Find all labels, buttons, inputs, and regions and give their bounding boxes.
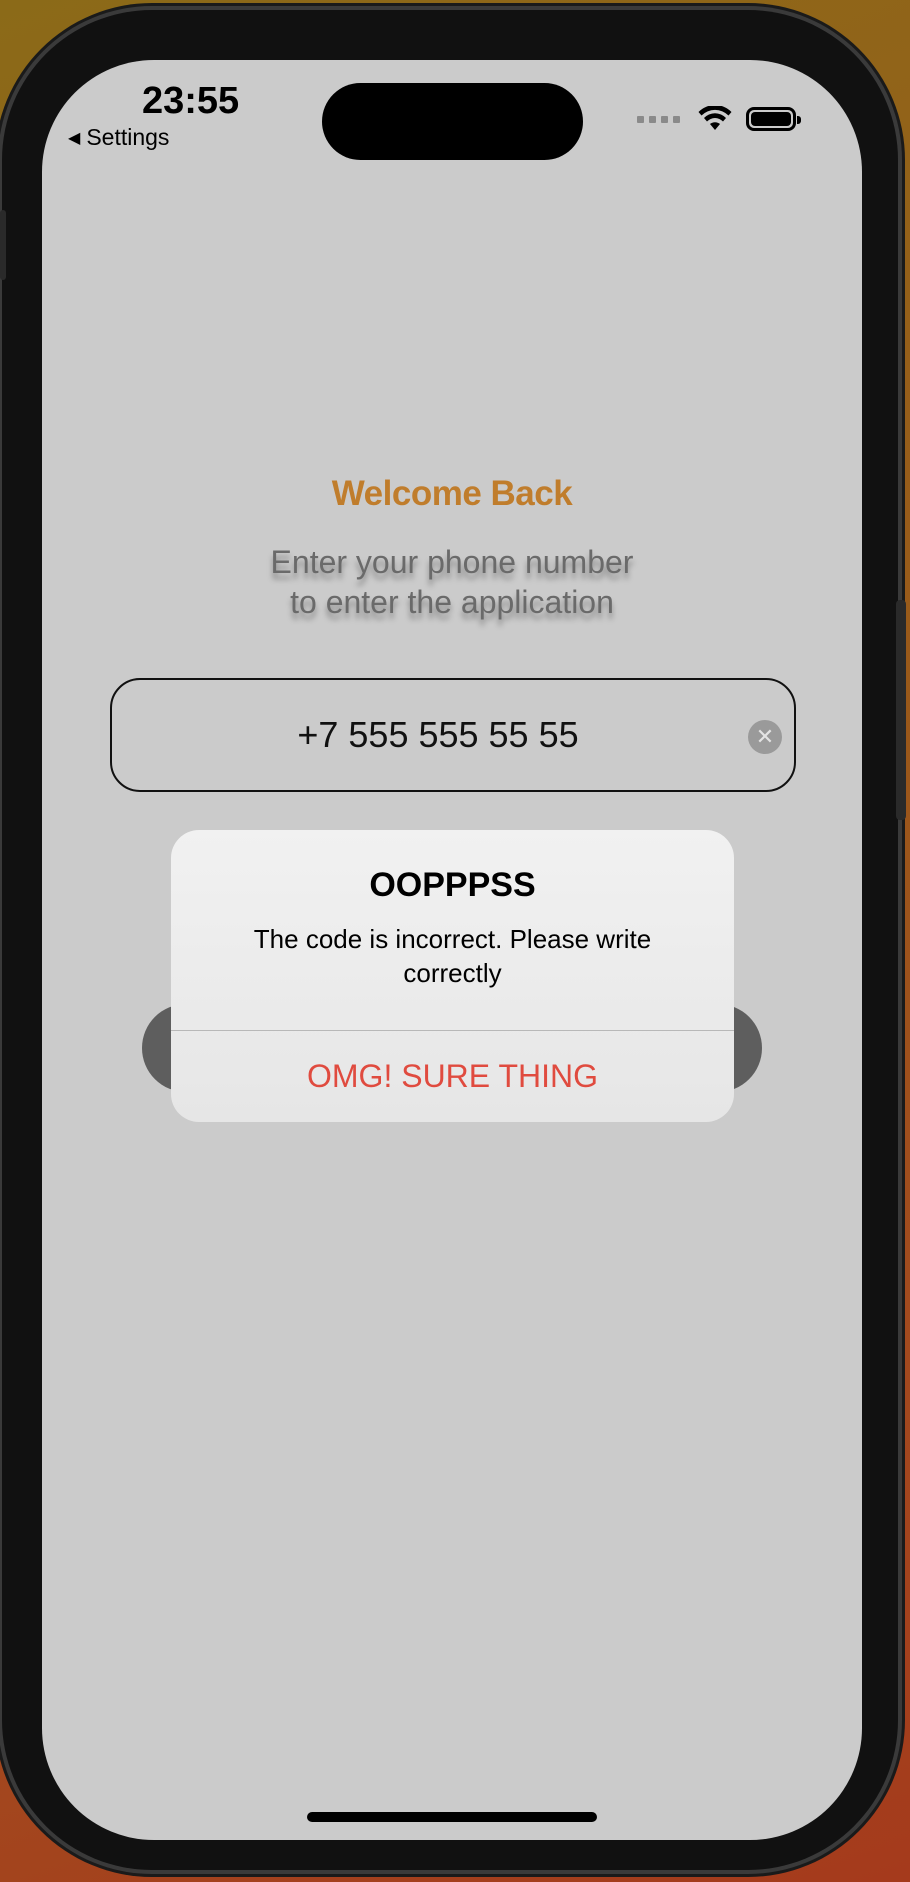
back-to-settings-link[interactable]: ◀ Settings <box>68 124 169 151</box>
home-indicator[interactable] <box>307 1812 597 1822</box>
wifi-icon <box>698 106 732 130</box>
back-label: Settings <box>86 124 170 150</box>
phone-number-field[interactable]: +7 555 555 55 55 ✕ <box>110 678 796 792</box>
battery-icon <box>746 107 801 131</box>
subtitle-line-1: Enter your phone number <box>270 544 634 580</box>
welcome-title: Welcome Back <box>331 474 573 513</box>
phone-frame: 23:55 ◀ Settings Welcome Back Enter your… <box>2 10 898 1870</box>
subtitle-line-2: to enter the application <box>290 584 614 620</box>
status-time: 23:55 <box>142 80 240 122</box>
clear-icon: ✕ <box>755 724 775 749</box>
clear-input-button[interactable]: ✕ <box>748 720 782 754</box>
subtitle: Enter your phone number to enter the app… <box>42 542 862 622</box>
dynamic-island <box>322 83 583 160</box>
status-indicators <box>637 106 801 132</box>
back-caret-icon: ◀ <box>68 129 81 147</box>
alert-message: The code is incorrect. Please write corr… <box>253 924 652 988</box>
app-screen: 23:55 ◀ Settings Welcome Back Enter your… <box>42 60 862 1840</box>
phone-number-value: +7 555 555 55 55 <box>297 714 579 755</box>
error-alert-dialog: OOPPPSS The code is incorrect. Please wr… <box>171 830 734 1122</box>
cellular-signal-icon <box>637 115 680 123</box>
alert-confirm-button[interactable]: OMG! SURE THING <box>171 1031 734 1122</box>
alert-title: OOPPPSS <box>369 866 536 904</box>
side-button-right <box>896 600 906 820</box>
volume-button-left <box>0 210 6 280</box>
